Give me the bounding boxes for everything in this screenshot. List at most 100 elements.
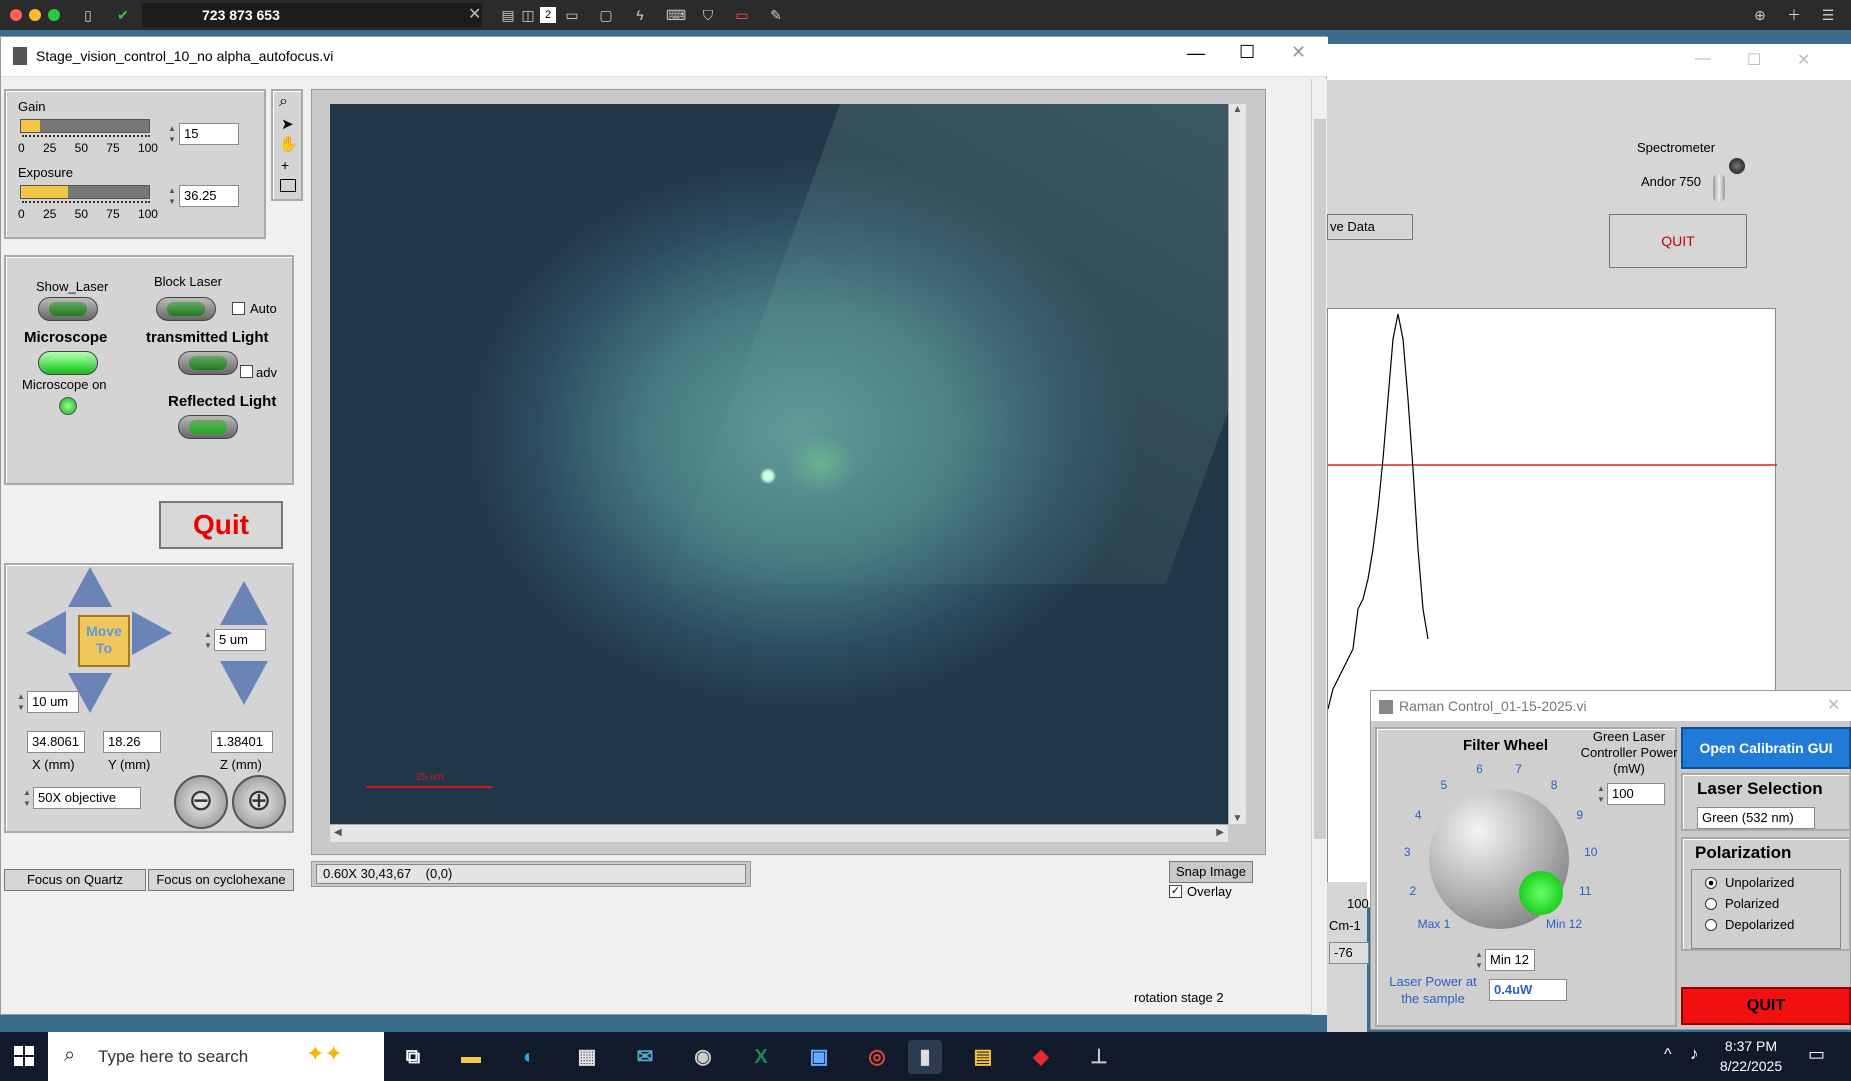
chat-icon[interactable]: ▢ <box>598 7 614 23</box>
z-up-button[interactable] <box>220 581 268 625</box>
doc-icon[interactable]: ▤ <box>500 7 516 23</box>
focus-quartz-button[interactable]: Focus on Quartz <box>4 869 146 891</box>
close-icon[interactable]: ✕ <box>1827 691 1840 721</box>
raman-quit-button[interactable]: QUIT <box>1681 987 1851 1025</box>
shield-icon[interactable]: ⛉ <box>700 7 716 23</box>
close-icon[interactable]: ✕ <box>1797 50 1810 70</box>
window-vscroll[interactable] <box>1311 79 1327 1015</box>
snap-image-button[interactable]: Snap Image <box>1169 861 1253 883</box>
xy-step-spinner[interactable]: ▲ ▼ <box>15 691 27 713</box>
focus-down-button[interactable]: ⊖ <box>174 775 228 829</box>
monitor-number-icon[interactable]: 2 <box>540 7 556 23</box>
transmitted-light-toggle[interactable] <box>178 351 238 375</box>
spectrometer-switch[interactable] <box>1713 174 1725 202</box>
maximize-dot-icon[interactable] <box>48 9 60 21</box>
focus-up-button[interactable]: ⊕ <box>232 775 286 829</box>
download-icon[interactable]: ⊕ <box>1752 7 1768 23</box>
overlay-checkbox[interactable]: ✓ <box>1169 885 1182 898</box>
mail-icon[interactable]: ✉ <box>628 1040 662 1074</box>
save-data-button[interactable]: ve Data <box>1327 214 1413 240</box>
edge-icon[interactable]: ◐ <box>512 1040 546 1074</box>
app-icon[interactable]: ◉ <box>686 1040 720 1074</box>
axis-field[interactable]: -76 <box>1329 942 1369 964</box>
rectangle-icon[interactable] <box>280 179 296 192</box>
calculator-icon[interactable]: ▦ <box>570 1040 604 1074</box>
close-dot-icon[interactable] <box>10 9 22 21</box>
keyboard-icon[interactable]: ⌨ <box>666 7 686 23</box>
green-laser-power-input[interactable]: 100 <box>1607 783 1665 805</box>
close-icon[interactable]: ✕ <box>1291 42 1306 63</box>
terminal-icon[interactable]: ▤ <box>966 1040 1000 1074</box>
image-vscroll[interactable]: ▲ ▼ <box>1228 104 1246 824</box>
notification-icon[interactable]: ▭ <box>1808 1044 1825 1065</box>
tool-icon[interactable]: ⊥ <box>1082 1040 1116 1074</box>
block-laser-toggle[interactable] <box>156 297 216 321</box>
gain-slider[interactable] <box>20 119 150 133</box>
excel-icon[interactable]: X <box>744 1040 778 1074</box>
xy-step-input[interactable]: 10 um <box>27 691 79 713</box>
z-step-spinner[interactable]: ▲ ▼ <box>202 629 214 651</box>
y-position[interactable]: 18.26 <box>103 731 161 753</box>
show-laser-toggle[interactable] <box>38 297 98 321</box>
taskbar-search[interactable]: ⌕ Type here to search ✦✦ <box>48 1032 384 1081</box>
spectrometer-quit-button[interactable]: QUIT <box>1609 214 1747 268</box>
depolarized-radio[interactable] <box>1705 919 1717 931</box>
screen-icon[interactable]: ▭ <box>734 7 750 23</box>
plus-icon[interactable]: ＋ <box>1786 7 1802 23</box>
microscope-toggle[interactable] <box>38 351 98 375</box>
network-icon[interactable]: ▣ <box>802 1040 836 1074</box>
z-position[interactable]: 1.38401 <box>211 731 273 753</box>
laser-selection-select[interactable]: Green (532 nm) <box>1697 807 1815 829</box>
chrome-icon[interactable]: ◎ <box>860 1040 894 1074</box>
filter-wheel-dial[interactable] <box>1429 789 1569 929</box>
power-spinner[interactable]: ▲ ▼ <box>1595 783 1607 805</box>
objective-spinner[interactable]: ▲ ▼ <box>21 787 33 809</box>
chevron-up-icon[interactable]: ^ <box>1664 1046 1672 1064</box>
exposure-input[interactable]: 36.25 <box>179 185 239 207</box>
exposure-spinner[interactable]: ▲ ▼ <box>166 185 178 207</box>
labview-taskbar-icon[interactable]: ▮ <box>908 1040 942 1074</box>
dial-spinner[interactable]: ▲ ▼ <box>1473 949 1485 971</box>
dial-value[interactable]: Min 12 <box>1485 949 1535 971</box>
crosshair-icon[interactable]: + <box>281 157 289 173</box>
minimize-icon[interactable]: — <box>1187 43 1205 64</box>
file-explorer-icon[interactable]: ▬ <box>454 1040 488 1074</box>
minimize-dot-icon[interactable] <box>29 9 41 21</box>
speaker-icon[interactable]: ♪ <box>1690 1044 1699 1064</box>
focus-cyclohexane-button[interactable]: Focus on cyclohexane <box>148 869 294 891</box>
image-hscroll[interactable]: ◀ ▶ <box>330 824 1228 842</box>
clock-time[interactable]: 8:37 PM <box>1706 1038 1796 1054</box>
move-up-button[interactable] <box>68 567 112 607</box>
z-step-input[interactable]: 5 um <box>214 629 266 651</box>
zoom-icon[interactable]: ⌕ <box>279 93 288 111</box>
gain-input[interactable]: 15 <box>179 123 239 145</box>
windows-start-icon[interactable] <box>14 1046 34 1066</box>
bookmark-icon[interactable]: ▯ <box>80 7 96 23</box>
display-icon[interactable]: ▭ <box>564 7 580 23</box>
maximize-icon[interactable]: ☐ <box>1747 50 1761 70</box>
move-to-button[interactable]: Move To <box>78 615 130 667</box>
maximize-icon[interactable]: ☐ <box>1239 42 1255 63</box>
clock-date[interactable]: 8/22/2025 <box>1706 1058 1796 1074</box>
move-right-button[interactable] <box>132 611 172 655</box>
minimize-icon[interactable]: — <box>1695 50 1711 68</box>
polarized-radio[interactable] <box>1705 898 1717 910</box>
pen-icon[interactable]: ✎ <box>768 7 784 23</box>
menu-icon[interactable]: ☰ <box>1820 7 1836 23</box>
pointer-icon[interactable]: ➤ <box>281 115 294 133</box>
quit-button[interactable]: Quit <box>159 501 283 549</box>
z-down-button[interactable] <box>220 661 268 705</box>
window-scroll-thumb[interactable] <box>1314 119 1326 839</box>
objective-select[interactable]: 50X objective <box>33 787 141 809</box>
pages-icon[interactable]: ◫ <box>520 7 536 23</box>
hand-icon[interactable]: ✋ <box>279 135 298 153</box>
auto-checkbox[interactable] <box>232 302 245 315</box>
open-calibration-button[interactable]: Open Calibratin GUI <box>1681 727 1851 769</box>
exposure-slider[interactable] <box>20 185 150 199</box>
close-session-icon[interactable]: ✕ <box>468 4 481 24</box>
adv-checkbox[interactable] <box>240 365 253 378</box>
x-position[interactable]: 34.8061 <box>27 731 85 753</box>
reflected-light-toggle[interactable] <box>178 415 238 439</box>
camera-image[interactable]: 25 um <box>330 104 1228 824</box>
anydesk-icon[interactable]: ◆ <box>1024 1040 1058 1074</box>
